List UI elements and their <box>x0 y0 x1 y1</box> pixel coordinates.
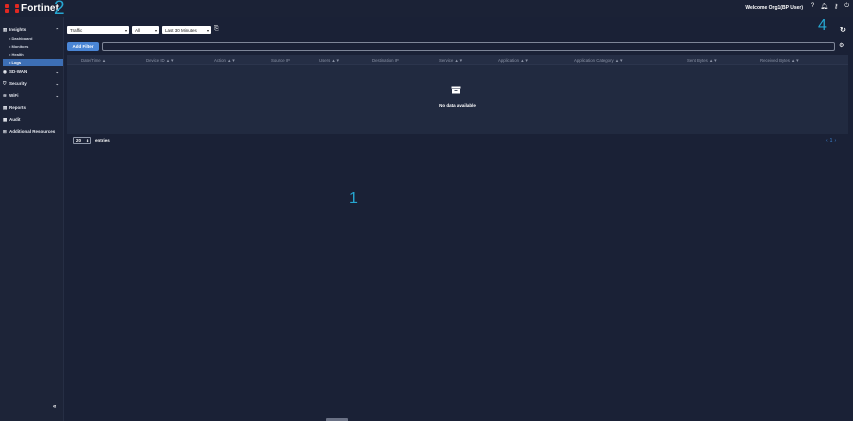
bell-icon[interactable]: 🔔︎ <box>820 3 828 10</box>
page-size-value: 20 <box>76 138 82 143</box>
page-size-select[interactable]: 20 ⇕ <box>73 137 91 144</box>
top-bar: Fortinet Welcome Org1(BP User) ? 🔔︎ ⚷ ⏻ <box>0 0 853 17</box>
nav-sdwan-label: SD-WAN <box>9 69 28 74</box>
chevron-down-icon: ⌄ <box>55 69 59 74</box>
chevron-updown-icon: ⇕ <box>86 138 89 143</box>
logout-icon[interactable]: ⏻ <box>844 3 849 10</box>
chevron-down-icon: ▾ <box>124 27 127 33</box>
collapse-sidebar-icon[interactable]: « <box>53 404 56 410</box>
column-date-time[interactable]: Date/Time ▲ <box>81 58 106 63</box>
nav-audit[interactable]: ▦ Audit <box>3 116 61 123</box>
chevron-down-icon: ▾ <box>154 27 157 33</box>
header-actions: ? 🔔︎ ⚷ ⏻ <box>811 3 849 10</box>
log-type-select[interactable]: Traffic ▾ <box>67 26 129 34</box>
scope-select[interactable]: All ▾ <box>132 26 159 34</box>
entries-label: entries <box>95 138 110 143</box>
table-header: Date/Time ▲ Device ID ▲▼ Action ▲▼ Sourc… <box>67 55 848 65</box>
add-filter-button[interactable]: Add Filter <box>67 42 99 51</box>
nav-wifi[interactable]: ≋ WiFi ⌄ <box>3 92 61 99</box>
time-range-select[interactable]: Last 30 Minutes ▾ <box>162 26 211 34</box>
nav-wifi-label: WiFi <box>9 93 19 98</box>
nav-additional-resources[interactable]: ⊞ Additional Resources <box>3 128 61 135</box>
column-destination-ip[interactable]: Destination IP <box>372 58 399 63</box>
callout-4: 4 <box>818 17 827 34</box>
column-service[interactable]: Service ▲▼ <box>439 58 463 63</box>
prev-page-icon[interactable]: ‹ <box>826 138 828 144</box>
nav-dashboard[interactable]: • Dashboard <box>9 35 63 42</box>
column-received-bytes[interactable]: Received Bytes ▲▼ <box>760 58 800 63</box>
fortinet-logo-icon <box>5 4 19 13</box>
nav-sdwan[interactable]: ◉ SD-WAN ⌄ <box>3 68 61 75</box>
log-type-value: Traffic <box>70 27 83 33</box>
gear-icon[interactable]: ⚙ <box>839 42 844 49</box>
nav-insights[interactable]: ▥ Insights ⌃ <box>3 26 61 33</box>
column-action[interactable]: Action ▲▼ <box>214 58 236 63</box>
help-icon[interactable]: ? <box>811 3 814 10</box>
nav-reports[interactable]: ▤ Reports <box>3 104 61 111</box>
chevron-down-icon: ⌄ <box>55 81 59 86</box>
logs-table: Date/Time ▲ Device ID ▲▼ Action ▲▼ Sourc… <box>67 55 848 134</box>
empty-box-icon <box>451 86 461 94</box>
page-number[interactable]: 1 <box>830 138 833 144</box>
welcome-text: Welcome Org1(BP User) <box>745 5 803 11</box>
page-size-control: 20 ⇕ entries <box>73 137 110 144</box>
callout-1: 1 <box>349 190 358 207</box>
sidebar: ▥ Insights ⌃ • Dashboard • Monitors • He… <box>0 17 64 421</box>
empty-message: No data available <box>439 103 476 108</box>
nav-security-label: Security <box>9 81 27 86</box>
nav-security[interactable]: ⛉ Security ⌄ <box>3 80 61 87</box>
column-device-id[interactable]: Device ID ▲▼ <box>146 58 174 63</box>
filter-input[interactable] <box>102 42 835 51</box>
nav-reports-label: Reports <box>9 105 27 110</box>
next-page-icon[interactable]: › <box>834 138 836 144</box>
column-source-ip[interactable]: Source IP <box>271 58 290 63</box>
chevron-up-icon: ⌃ <box>55 27 59 32</box>
nav-monitors[interactable]: • Monitors <box>9 43 63 50</box>
nav-resources-label: Additional Resources <box>9 129 56 134</box>
chevron-down-icon: ⌄ <box>55 93 59 98</box>
nav-logs[interactable]: • Logs <box>3 59 63 66</box>
fortinet-logo[interactable]: Fortinet <box>5 3 59 14</box>
chevron-down-icon: ▾ <box>206 27 209 33</box>
key-icon[interactable]: ⚷ <box>834 3 838 10</box>
nav-insights-label: Insights <box>9 27 27 32</box>
column-application[interactable]: Application ▲▼ <box>498 58 529 63</box>
nav-audit-label: Audit <box>9 117 21 122</box>
column-sent-bytes[interactable]: Sent Bytes ▲▼ <box>687 58 717 63</box>
column-application-category[interactable]: Application Category ▲▼ <box>574 58 623 63</box>
refresh-icon[interactable]: ↻ <box>840 26 846 34</box>
export-icon[interactable]: ⎘ <box>214 26 219 33</box>
time-range-value: Last 30 Minutes <box>165 27 197 33</box>
scope-value: All <box>135 27 141 33</box>
column-users[interactable]: Users ▲▼ <box>319 58 340 63</box>
nav-health[interactable]: • Health <box>9 51 63 58</box>
pagination: ‹ 1 › <box>826 138 836 144</box>
